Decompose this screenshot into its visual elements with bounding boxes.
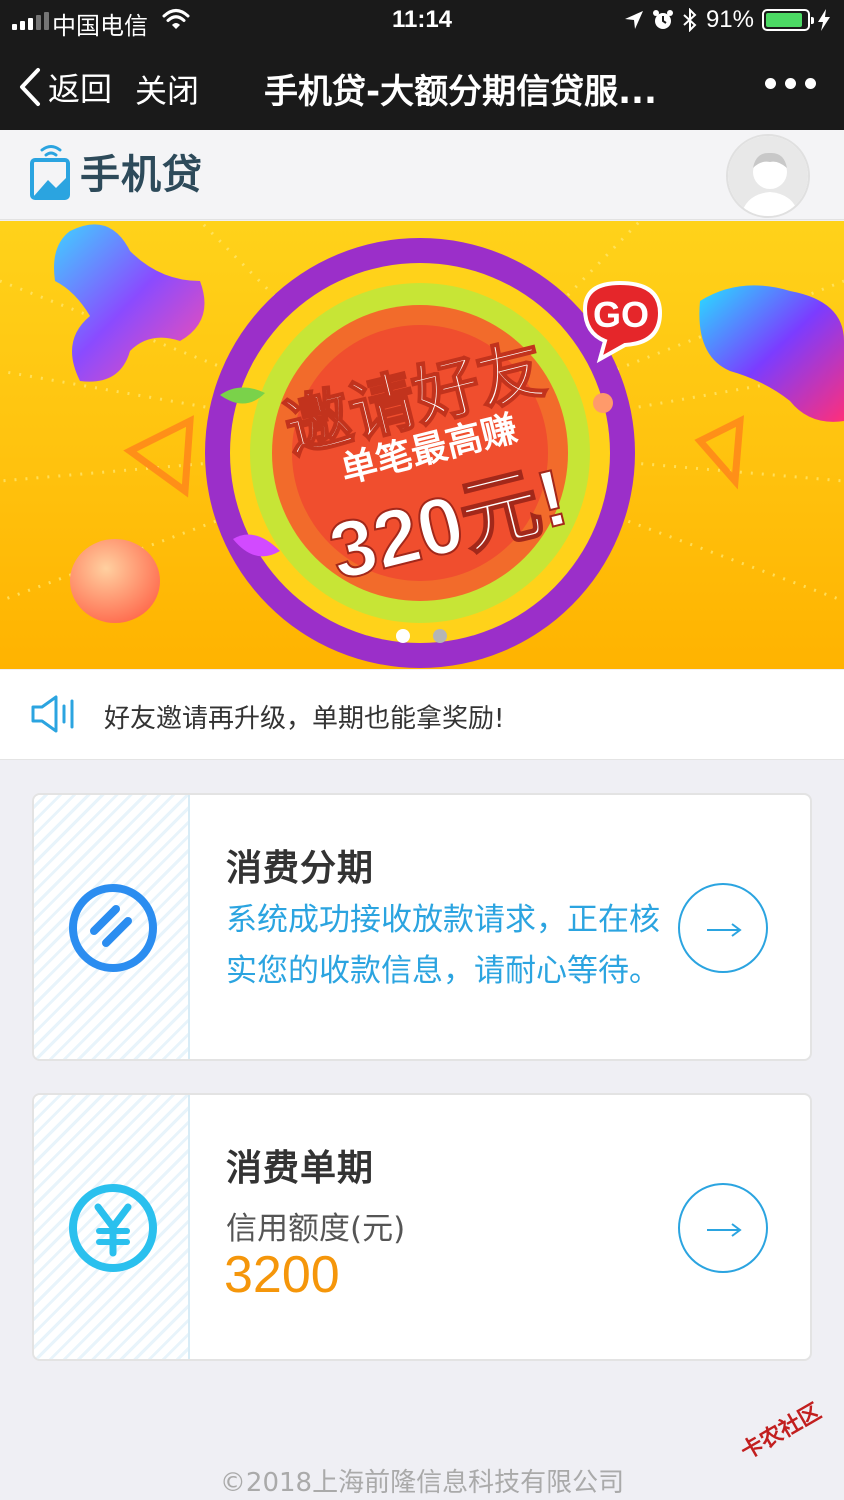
back-button[interactable]: 返回 bbox=[18, 64, 112, 110]
app-logo: 手机贷 bbox=[28, 140, 203, 202]
close-button[interactable]: 关闭 bbox=[135, 66, 199, 112]
location-icon bbox=[624, 11, 643, 29]
watermark-logo: 卡农社区 bbox=[736, 1399, 826, 1465]
notice-text: 好友邀请再升级，单期也能拿奖励! bbox=[104, 704, 505, 734]
battery-icon bbox=[762, 9, 814, 31]
back-label: 返回 bbox=[48, 70, 113, 108]
promo-banner[interactable]: GO 邀请好友 单笔最高赚 320元! bbox=[0, 221, 844, 669]
charging-icon bbox=[818, 9, 830, 31]
banner-artwork: GO 邀请好友 单笔最高赚 320元! bbox=[0, 221, 844, 668]
page-title: 手机贷-大额分期信贷服... bbox=[264, 72, 657, 112]
arrow-right-icon bbox=[707, 923, 742, 937]
installment-icon bbox=[69, 884, 157, 972]
app-header: 手机贷 bbox=[0, 130, 844, 220]
chevron-left-icon bbox=[20, 68, 40, 106]
top-bar: 中国电信 11:14 91% 返回 关闭 手机贷-大额分期信贷服... bbox=[0, 0, 844, 130]
card-status-text: 系统成功接收放款请求，正在核实您的收款信息，请耐心等待。 bbox=[226, 902, 660, 989]
user-avatar-icon[interactable] bbox=[726, 134, 810, 218]
single-period-arrow-button[interactable] bbox=[678, 1183, 768, 1273]
footer-copyright: ©2018上海前隆信息科技有限公司 bbox=[219, 1468, 625, 1498]
card-title: 消费单期 bbox=[226, 1148, 375, 1189]
installment-card[interactable]: 消费分期 系统成功接收放款请求，正在核实您的收款信息，请耐心等待。 bbox=[32, 793, 812, 1061]
card-title: 消费分期 bbox=[226, 848, 375, 889]
yuan-icon bbox=[69, 1184, 157, 1272]
nav-bar: 返回 关闭 手机贷-大额分期信贷服... bbox=[0, 42, 844, 130]
logo-text: 手机贷 bbox=[80, 152, 203, 198]
bluetooth-icon bbox=[683, 8, 697, 32]
single-period-card[interactable]: 消费单期 信用额度(元) 3200 bbox=[32, 1093, 812, 1361]
go-badge-text: GO bbox=[593, 294, 649, 335]
speaker-icon bbox=[31, 695, 74, 733]
status-bar: 中国电信 11:14 91% bbox=[0, 0, 844, 42]
credit-limit-label: 信用额度(元) bbox=[226, 1211, 406, 1247]
more-icon[interactable] bbox=[765, 78, 816, 89]
phone-loan-logo-icon bbox=[30, 145, 70, 200]
installment-arrow-button[interactable] bbox=[678, 883, 768, 973]
arrow-right-icon bbox=[707, 1223, 742, 1237]
alarm-icon bbox=[652, 10, 673, 29]
credit-limit-amount: 3200 bbox=[224, 1246, 340, 1304]
battery-percent: 91% bbox=[705, 6, 754, 33]
notice-bar[interactable]: 好友邀请再升级，单期也能拿奖励! bbox=[0, 670, 844, 760]
